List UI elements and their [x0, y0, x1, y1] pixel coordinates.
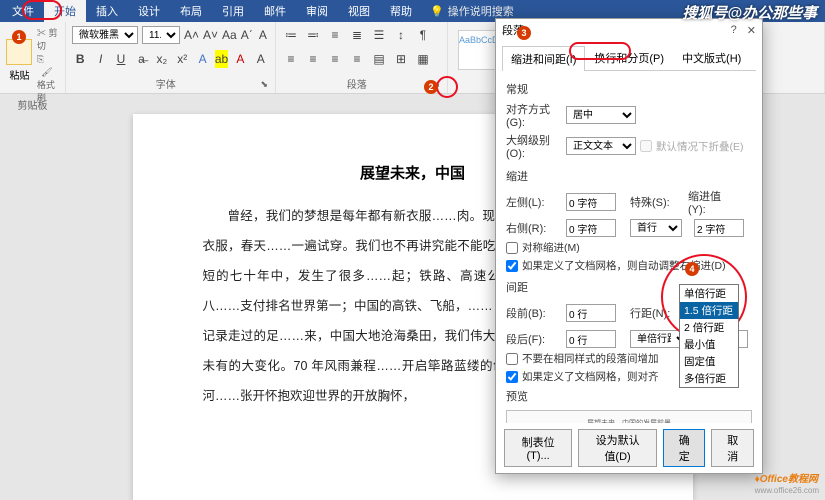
- cut-button[interactable]: ✂ 剪切: [37, 26, 59, 52]
- font-name-select[interactable]: 微软雅黑: [72, 26, 138, 44]
- tab-help[interactable]: 帮助: [380, 0, 422, 22]
- sort-icon[interactable]: ↕: [392, 26, 410, 44]
- copy-button[interactable]: ⎘: [37, 54, 59, 65]
- font-color-icon[interactable]: A: [232, 50, 248, 68]
- space-before-input[interactable]: [566, 304, 616, 322]
- font-group-label: 字体: [72, 76, 259, 91]
- ok-button[interactable]: 确定: [663, 429, 706, 467]
- bold-button[interactable]: B: [72, 50, 88, 68]
- phonetic-icon[interactable]: Aˊ: [241, 26, 253, 44]
- char-border-icon[interactable]: A: [253, 50, 269, 68]
- anno-num-3: 3: [517, 26, 531, 40]
- change-case-icon[interactable]: Aa: [222, 26, 237, 44]
- preview-box: 展望未来，中国的发展前景 一段文字一段文字一段文字一段文字一段文字一段文字一段文…: [506, 410, 752, 423]
- align-center-icon[interactable]: ≡: [304, 50, 322, 68]
- snap-grid-checkbox[interactable]: [506, 371, 518, 383]
- dlg-tab-breaks[interactable]: 换行和分页(P): [585, 45, 673, 70]
- ls-option-1-5[interactable]: 1.5 倍行距: [680, 302, 738, 319]
- tab-references[interactable]: 引用: [212, 0, 254, 22]
- line-spacing-dropdown: 单倍行距 1.5 倍行距 2 倍行距 最小值 固定值 多倍行距: [679, 284, 739, 388]
- help-icon[interactable]: ?: [731, 24, 737, 37]
- font-size-select[interactable]: 11.5: [142, 26, 180, 44]
- close-icon[interactable]: ✕: [747, 24, 756, 37]
- shrink-font-icon[interactable]: A˅: [203, 26, 218, 44]
- default-button[interactable]: 设为默认值(D): [578, 429, 657, 467]
- tab-mailings[interactable]: 邮件: [254, 0, 296, 22]
- collapse-checkbox[interactable]: [640, 140, 652, 152]
- tab-review[interactable]: 审阅: [296, 0, 338, 22]
- paste-button[interactable]: 粘贴: [6, 39, 33, 82]
- tab-file[interactable]: 文件: [2, 0, 44, 22]
- indent-by-input[interactable]: [694, 219, 744, 237]
- outline-select[interactable]: 正文文本: [566, 137, 636, 155]
- grow-font-icon[interactable]: A˄: [184, 26, 199, 44]
- section-preview: 预览: [506, 388, 752, 404]
- auto-adjust-checkbox[interactable]: [506, 260, 518, 272]
- section-general: 常规: [506, 81, 752, 97]
- watermark-top: 搜狐号@办公那些事: [682, 2, 817, 23]
- space-after-input[interactable]: [566, 330, 616, 348]
- tell-me[interactable]: 💡操作说明搜索: [430, 3, 514, 19]
- anno-num-1: 1: [12, 30, 26, 44]
- text-effects-icon[interactable]: A: [194, 50, 210, 68]
- tabs-button[interactable]: 制表位(T)...: [504, 429, 572, 467]
- indent-right-input[interactable]: [566, 219, 616, 237]
- tab-insert[interactable]: 插入: [86, 0, 128, 22]
- tab-layout[interactable]: 布局: [170, 0, 212, 22]
- bullets-icon[interactable]: ≔: [282, 26, 300, 44]
- multilevel-icon[interactable]: ≡: [326, 26, 344, 44]
- show-marks-icon[interactable]: ¶: [414, 26, 432, 44]
- shading-icon[interactable]: ⊞: [392, 50, 410, 68]
- tab-view[interactable]: 视图: [338, 0, 380, 22]
- dlg-tab-asian[interactable]: 中文版式(H): [673, 45, 750, 70]
- group-paragraph: ≔ ≕ ≡ ≣ ☰ ↕ ¶ ≡ ≡ ≡ ≡ ▤ ⊞ ▦ 段落⬊: [276, 22, 448, 93]
- dec-indent-icon[interactable]: ≣: [348, 26, 366, 44]
- ls-option-double[interactable]: 2 倍行距: [680, 319, 738, 336]
- ls-option-single[interactable]: 单倍行距: [680, 285, 738, 302]
- italic-button[interactable]: I: [92, 50, 108, 68]
- inc-indent-icon[interactable]: ☰: [370, 26, 388, 44]
- ls-option-multiple[interactable]: 多倍行距: [680, 370, 738, 387]
- tab-home[interactable]: 开始: [44, 0, 86, 22]
- paragraph-dialog: 段落 ? ✕ 缩进和间距(I) 换行和分页(P) 中文版式(H) 常规 对齐方式…: [495, 18, 763, 474]
- superscript-button[interactable]: x²: [174, 50, 190, 68]
- clear-fmt-icon[interactable]: A: [257, 26, 269, 44]
- font-dialog-launcher[interactable]: ⬊: [259, 78, 269, 91]
- para-group-label: 段落: [282, 76, 431, 91]
- clipboard-label: 剪贴板: [6, 97, 59, 112]
- group-font: 微软雅黑 11.5 A˄ A˅ Aa Aˊ A B I U a̶ x₂ x² A…: [66, 22, 276, 93]
- section-indent: 缩进: [506, 168, 752, 184]
- group-clipboard: 粘贴 ✂ 剪切 ⎘ 🖌格式刷 剪贴板: [0, 22, 66, 93]
- subscript-button[interactable]: x₂: [154, 50, 170, 68]
- numbering-icon[interactable]: ≕: [304, 26, 322, 44]
- line-spacing-icon[interactable]: ▤: [370, 50, 388, 68]
- align-right-icon[interactable]: ≡: [326, 50, 344, 68]
- format-painter-button[interactable]: 🖌格式刷: [37, 67, 57, 95]
- anno-num-4: 4: [685, 262, 699, 276]
- dlg-tab-indent[interactable]: 缩进和间距(I): [502, 46, 585, 71]
- justify-icon[interactable]: ≡: [348, 50, 366, 68]
- mirror-indent-checkbox[interactable]: [506, 242, 518, 254]
- borders-icon[interactable]: ▦: [414, 50, 432, 68]
- highlight-icon[interactable]: ab: [215, 50, 228, 68]
- cancel-button[interactable]: 取消: [711, 429, 754, 467]
- anno-num-2: 2: [424, 80, 438, 94]
- ls-option-exact[interactable]: 固定值: [680, 353, 738, 370]
- no-space-checkbox[interactable]: [506, 353, 518, 365]
- watermark-bottom: ♦Office教程网www.office26.com: [755, 470, 819, 496]
- special-indent-select[interactable]: 首行: [630, 219, 682, 237]
- ls-option-atleast[interactable]: 最小值: [680, 336, 738, 353]
- tab-design[interactable]: 设计: [128, 0, 170, 22]
- alignment-select[interactable]: 居中: [566, 106, 636, 124]
- underline-button[interactable]: U: [113, 50, 129, 68]
- align-left-icon[interactable]: ≡: [282, 50, 300, 68]
- strike-button[interactable]: a̶: [133, 50, 149, 68]
- indent-left-input[interactable]: [566, 193, 616, 211]
- bulb-icon: 💡: [430, 5, 444, 18]
